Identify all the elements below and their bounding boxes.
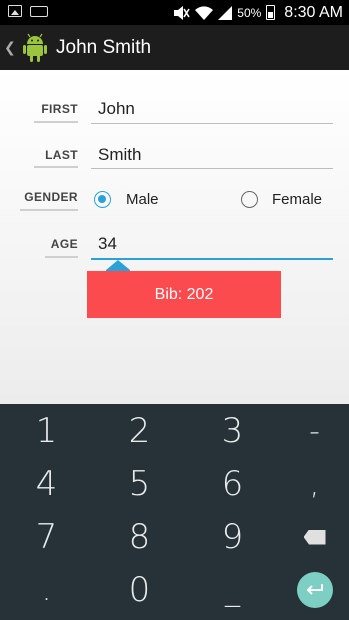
gender-male-radio[interactable] (94, 191, 111, 208)
age-label-underline (45, 256, 78, 258)
gender-female-label[interactable]: Female (272, 191, 322, 208)
key-3[interactable]: 3 (189, 408, 276, 454)
gender-label-underline (20, 209, 78, 211)
key-comma[interactable]: , (271, 461, 349, 507)
first-name-field[interactable]: John (98, 99, 135, 119)
first-label: FIRST (41, 102, 78, 116)
clock: 8:30 AM (284, 3, 343, 21)
battery-percent: 50% (237, 5, 262, 20)
battery-icon (266, 5, 276, 20)
key-enter[interactable] (271, 567, 349, 613)
last-label-underline (34, 166, 78, 168)
numeric-keyboard: 1 2 3 - 4 5 6 , 7 8 9 . 0 _ (0, 404, 349, 620)
enter-icon (296, 572, 333, 608)
key-8[interactable]: 8 (96, 514, 183, 560)
key-minus[interactable]: - (271, 408, 349, 454)
key-backspace[interactable] (271, 514, 349, 560)
key-2[interactable]: 2 (96, 408, 183, 454)
key-1[interactable]: 1 (3, 408, 90, 454)
key-0[interactable]: 0 (96, 567, 183, 613)
key-6[interactable]: 6 (189, 461, 276, 507)
last-label: LAST (45, 148, 78, 162)
key-7[interactable]: 7 (3, 514, 90, 560)
keyboard-icon (30, 6, 48, 17)
android-icon[interactable] (22, 33, 48, 63)
age-field[interactable]: 34 (98, 234, 117, 254)
wifi-icon (195, 5, 214, 20)
image-icon (8, 5, 22, 17)
bib-badge: Bib: 202 (87, 271, 281, 318)
back-chevron-icon[interactable]: ❮ (4, 39, 18, 56)
gender-label: GENDER (24, 190, 78, 204)
backspace-icon (303, 529, 326, 545)
age-label: AGE (50, 237, 78, 251)
signal-icon (218, 5, 233, 20)
gender-female-radio[interactable] (241, 191, 258, 208)
mute-icon (174, 5, 190, 20)
last-name-underline (91, 168, 333, 169)
action-bar: ❮ John Smith (0, 25, 349, 70)
participant-form: FIRST John LAST Smith GENDER Male Female… (0, 70, 349, 404)
key-period[interactable]: . (3, 567, 90, 613)
key-4[interactable]: 4 (3, 461, 90, 507)
key-underscore[interactable]: _ (189, 567, 276, 613)
key-5[interactable]: 5 (96, 461, 183, 507)
first-name-underline (91, 123, 333, 124)
page-title: John Smith (56, 36, 152, 58)
last-name-field[interactable]: Smith (98, 145, 141, 165)
gender-male-label[interactable]: Male (126, 191, 159, 208)
status-bar: 50% 8:30 AM (0, 0, 349, 25)
first-label-underline (34, 121, 78, 123)
key-9[interactable]: 9 (189, 514, 276, 560)
